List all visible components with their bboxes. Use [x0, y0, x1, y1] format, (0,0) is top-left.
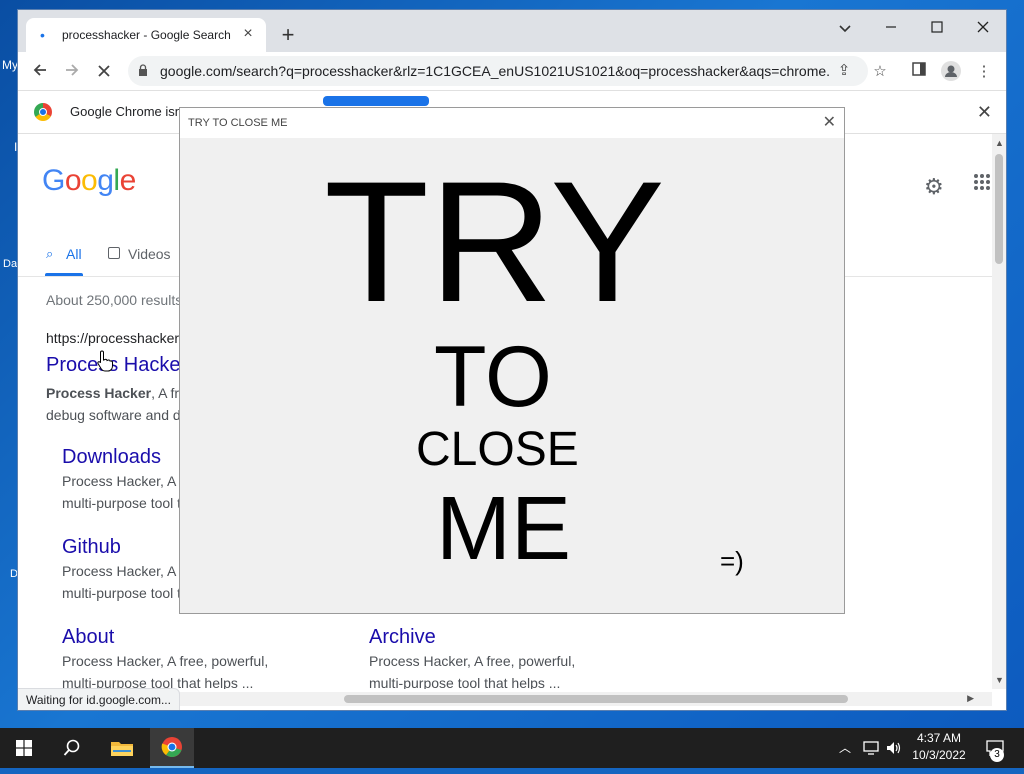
result-url[interactable]: https://processhacker [46, 330, 179, 346]
google-logo[interactable]: Google [42, 164, 136, 198]
result-stats: About 250,000 results [46, 292, 183, 308]
sitelink-snippet: Process Hacker, A free, powerful, [369, 653, 576, 669]
network-icon[interactable] [860, 728, 882, 768]
tab-search-icon[interactable] [822, 14, 868, 44]
sitelink-snippet: multi-purpose tool t [62, 495, 182, 511]
sitelink-snippet: multi-purpose tool that helps ... [369, 675, 561, 689]
close-tab-icon[interactable]: × [238, 24, 258, 44]
sitelink-snippet: Process Hacker, A [62, 563, 177, 579]
tab-title: processhacker - Google Search [62, 28, 231, 42]
lock-icon[interactable] [138, 64, 148, 76]
side-panel-icon[interactable] [908, 61, 930, 83]
chrome-icon[interactable] [150, 728, 194, 768]
popup-smiley: =) [720, 546, 744, 576]
loading-icon: • [40, 27, 45, 43]
tab-label: All [66, 246, 82, 262]
clock-date: 10/3/2022 [912, 748, 966, 762]
clock-time: 4:37 AM [916, 731, 962, 745]
stop-loading-button[interactable] [90, 58, 118, 86]
scrollbar-thumb[interactable] [995, 154, 1003, 264]
sitelink-snippet: multi-purpose tool t [62, 585, 182, 601]
sitelink-github[interactable]: Github [62, 536, 121, 559]
set-default-button[interactable] [323, 96, 429, 106]
popup-title: TRY TO CLOSE ME [188, 117, 288, 129]
profile-icon[interactable] [940, 61, 962, 83]
taskbar: ︿ 4:37 AM 10/3/2022 3 [0, 728, 1024, 768]
back-button[interactable] [26, 58, 54, 86]
popup-word-me: ME [436, 479, 571, 579]
status-bubble: Waiting for id.google.com... [18, 688, 180, 710]
apps-grid-icon[interactable] [974, 174, 990, 195]
desktop-icon-label[interactable]: My [2, 58, 18, 72]
sitelink-snippet: multi-purpose tool that helps ... [62, 675, 254, 689]
browser-toolbar: google.com/search?q=processhacker&rlz=1C… [18, 52, 1006, 91]
star-icon[interactable]: ☆ [869, 61, 891, 83]
desktop-icon-label[interactable]: D [10, 568, 18, 580]
scroll-down-icon[interactable]: ▼ [995, 675, 1004, 685]
sitelink-snippet: Process Hacker, A [62, 473, 177, 489]
close-icon[interactable]: ✕ [977, 102, 992, 123]
vertical-scrollbar[interactable]: ▲ ▼ [992, 134, 1006, 689]
browser-tab[interactable]: • processhacker - Google Search × [26, 18, 266, 52]
popup-word-close: CLOSE [416, 423, 579, 476]
minimize-button[interactable] [868, 14, 914, 44]
sitelink-about[interactable]: About [62, 626, 114, 649]
scroll-right-icon[interactable]: ▶ [967, 693, 974, 704]
infobar-text: Google Chrome isn [70, 104, 182, 119]
volume-icon[interactable] [884, 728, 904, 768]
chevron-up-icon[interactable]: ︿ [836, 728, 854, 768]
maximize-button[interactable] [914, 14, 960, 44]
windows-start-icon[interactable] [8, 728, 40, 768]
url-text[interactable]: google.com/search?q=processhacker&rlz=1C… [160, 63, 830, 79]
tab-strip: • processhacker - Google Search × + [18, 10, 1006, 52]
address-bar[interactable]: google.com/search?q=processhacker&rlz=1C… [128, 56, 868, 86]
sitelink-downloads[interactable]: Downloads [62, 446, 161, 469]
notification-center-icon[interactable]: 3 [980, 728, 1010, 768]
notification-badge: 3 [990, 748, 1004, 762]
try-to-close-me-window: TRY TO CLOSE ME ✕ TRY TO CLOSE ME =) [179, 107, 845, 614]
chrome-icon [34, 103, 52, 121]
window-close-button[interactable] [960, 14, 1006, 44]
sitelink-archive[interactable]: Archive [369, 626, 436, 649]
gear-icon[interactable]: ⚙ [924, 174, 944, 200]
tab-label: Videos [128, 246, 171, 262]
scrollbar-thumb[interactable] [344, 695, 848, 703]
forward-button[interactable] [58, 58, 86, 86]
popup-word-to: TO [434, 329, 552, 425]
desktop-icon-label[interactable]: I [14, 140, 17, 154]
popup-titlebar[interactable]: TRY TO CLOSE ME ✕ [180, 108, 844, 138]
result-snippet: Process Hacker, A fr [46, 385, 180, 401]
sitelink-snippet: Process Hacker, A free, powerful, [62, 653, 269, 669]
new-tab-button[interactable]: + [276, 24, 300, 48]
popup-close-icon[interactable]: ✕ [823, 112, 836, 132]
search-icon: ⌕ [46, 246, 54, 261]
menu-icon[interactable]: ⋮ [973, 61, 995, 83]
video-icon [108, 247, 120, 259]
file-explorer-icon[interactable] [104, 728, 140, 768]
clock[interactable]: 4:37 AM 10/3/2022 [904, 730, 974, 764]
hand-cursor-icon [96, 350, 114, 378]
popup-word-try: TRY [324, 146, 665, 338]
desktop-icon-label[interactable]: Da [3, 258, 17, 270]
search-icon[interactable] [54, 728, 90, 768]
scroll-up-icon[interactable]: ▲ [995, 138, 1004, 148]
result-snippet: debug software and d [46, 407, 181, 423]
share-icon[interactable]: ⇪ [834, 61, 854, 81]
